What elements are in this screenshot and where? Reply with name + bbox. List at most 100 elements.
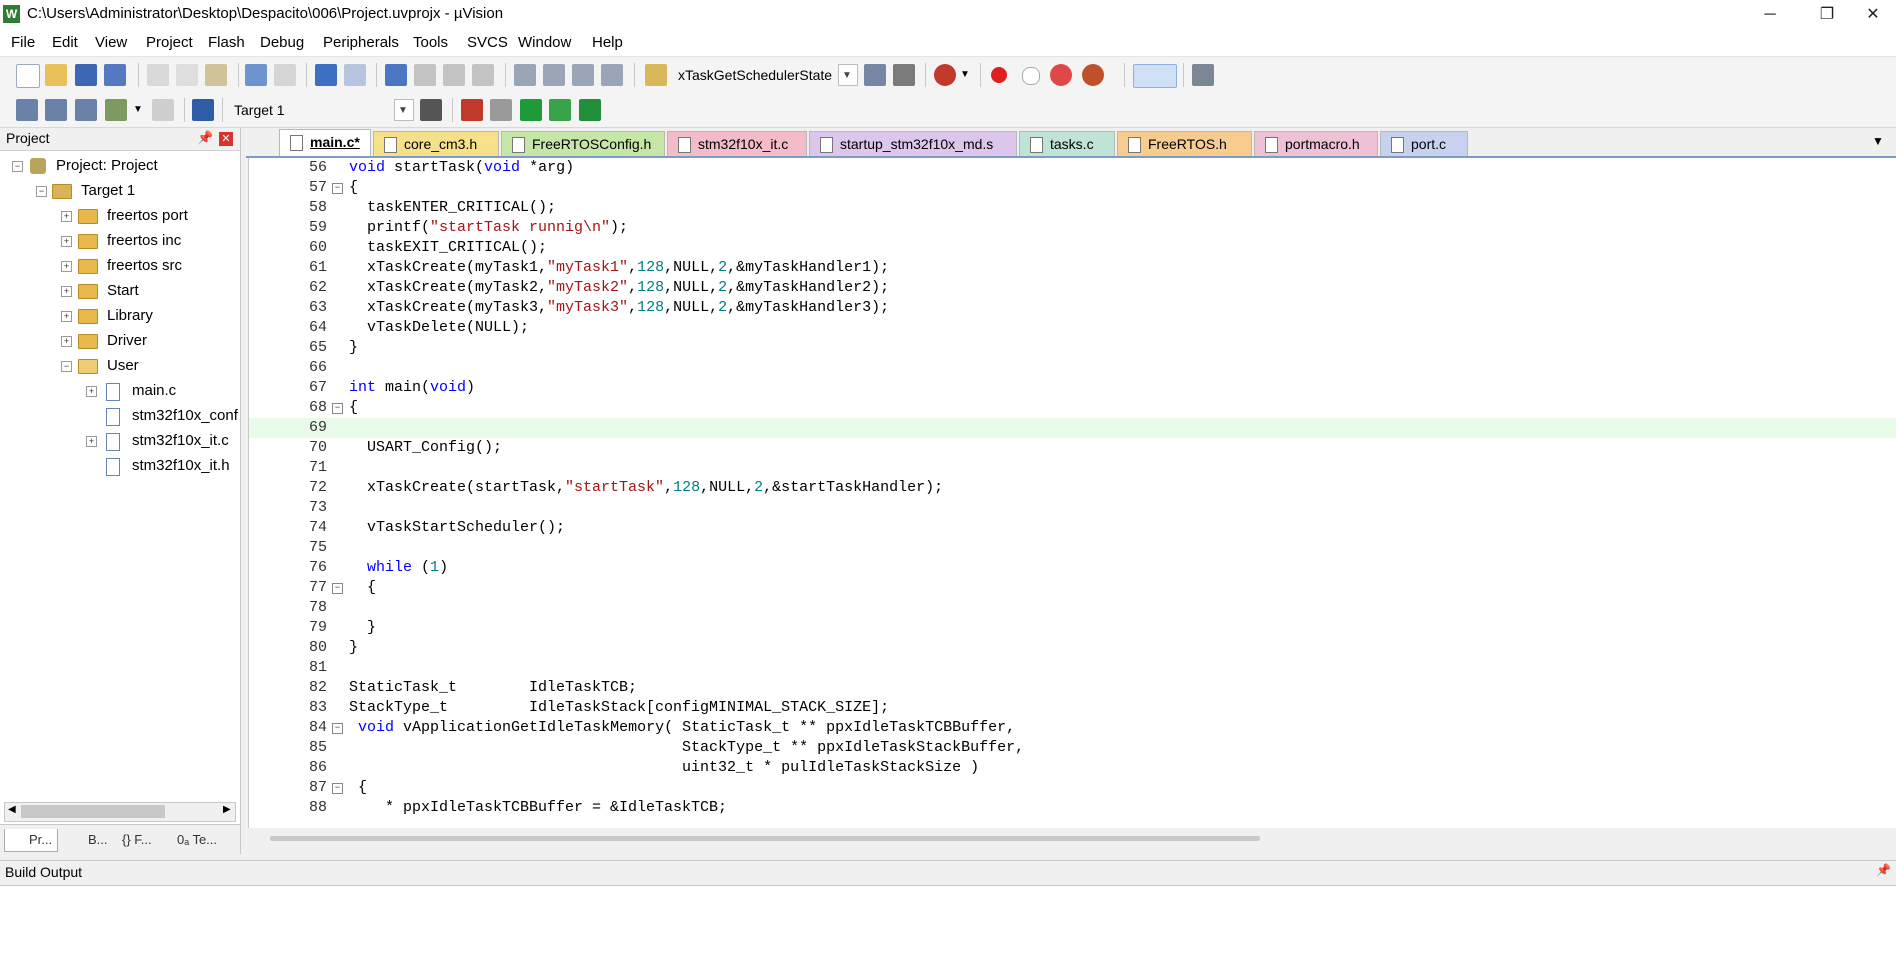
code-line[interactable]: 82 StaticTask_t IdleTaskTCB;	[249, 678, 1896, 698]
target-combo[interactable]: Target 1	[228, 99, 412, 121]
fold-icon[interactable]: −	[332, 183, 343, 194]
fold-icon[interactable]: −	[332, 583, 343, 594]
save-icon[interactable]	[75, 64, 97, 86]
find-icon[interactable]	[864, 64, 886, 86]
code-line[interactable]: 76 while (1)	[249, 558, 1896, 578]
code-line[interactable]: 85 StackType_t ** ppxIdleTaskStackBuffer…	[249, 738, 1896, 758]
indent-icon[interactable]	[514, 64, 536, 86]
code-line[interactable]: 69	[249, 418, 1896, 438]
editor-tab[interactable]: FreeRTOSConfig.h	[501, 131, 665, 156]
menu-file[interactable]: File	[11, 34, 35, 51]
find-in-files-icon[interactable]	[645, 64, 667, 86]
close-window-button[interactable]: ✕	[1850, 0, 1896, 29]
fold-icon[interactable]: −	[332, 403, 343, 414]
editor-tab[interactable]: main.c*	[279, 129, 371, 156]
debug-dropdown-icon[interactable]: ▼	[960, 64, 970, 86]
batch-dropdown-icon[interactable]: ▼	[133, 99, 143, 121]
code-line[interactable]: 60 taskEXIT_CRITICAL();	[249, 238, 1896, 258]
menu-svcs[interactable]: SVCS	[467, 34, 508, 51]
code-line[interactable]: 87− {	[249, 778, 1896, 798]
window-layout-icon[interactable]	[1133, 64, 1177, 88]
rebuild-icon[interactable]	[75, 99, 97, 121]
code-line[interactable]: 77− {	[249, 578, 1896, 598]
insert-breakpoint-icon[interactable]	[1082, 64, 1104, 86]
code-line[interactable]: 58 taskENTER_CRITICAL();	[249, 198, 1896, 218]
comment-icon[interactable]	[572, 64, 594, 86]
expand-icon[interactable]: +	[61, 286, 72, 297]
code-line[interactable]: 68−{	[249, 398, 1896, 418]
collapse-icon[interactable]: −	[12, 161, 23, 172]
code-line[interactable]: 65}	[249, 338, 1896, 358]
editor-tab[interactable]: tasks.c	[1019, 131, 1115, 156]
breakpoint-icon[interactable]	[991, 67, 1007, 83]
run-time-env-icon[interactable]	[520, 99, 542, 121]
expand-icon[interactable]: +	[61, 261, 72, 272]
new-file-icon[interactable]	[16, 64, 40, 88]
expand-icon[interactable]: +	[61, 336, 72, 347]
code-line[interactable]: 66	[249, 358, 1896, 378]
code-line[interactable]: 61 xTaskCreate(myTask1,"myTask1",128,NUL…	[249, 258, 1896, 278]
collapse-icon[interactable]: −	[61, 361, 72, 372]
forward-icon[interactable]	[344, 64, 366, 86]
stop-build-icon[interactable]	[152, 99, 174, 121]
menu-view[interactable]: View	[95, 34, 127, 51]
target-combo-dropdown[interactable]: ▼	[394, 99, 414, 121]
manage-components-icon[interactable]	[461, 99, 483, 121]
tab-project[interactable]: Pr...	[4, 829, 58, 852]
undo-icon[interactable]	[245, 64, 267, 86]
kill-breakpoints-icon[interactable]	[1050, 64, 1072, 86]
find-combo-dropdown[interactable]: ▼	[838, 64, 858, 86]
menu-flash[interactable]: Flash	[208, 34, 245, 51]
code-line[interactable]: 57−{	[249, 178, 1896, 198]
code-line[interactable]: 73	[249, 498, 1896, 518]
next-bookmark-icon[interactable]	[443, 64, 465, 86]
fold-icon[interactable]: −	[332, 723, 343, 734]
code-line[interactable]: 74 vTaskStartScheduler();	[249, 518, 1896, 538]
scroll-thumb[interactable]	[21, 805, 165, 818]
code-line[interactable]: 80}	[249, 638, 1896, 658]
cut-icon[interactable]	[147, 64, 169, 86]
code-line[interactable]: 86 uint32_t * pulIdleTaskStackSize )	[249, 758, 1896, 778]
download-icon[interactable]	[192, 99, 214, 121]
redo-icon[interactable]	[274, 64, 296, 86]
editor-tab[interactable]: stm32f10x_it.c	[667, 131, 807, 156]
menu-project[interactable]: Project	[146, 34, 193, 51]
copy-icon[interactable]	[176, 64, 198, 86]
debug-icon[interactable]	[934, 64, 956, 86]
fold-icon[interactable]: −	[332, 783, 343, 794]
code-line[interactable]: 75	[249, 538, 1896, 558]
expand-icon[interactable]: +	[86, 386, 97, 397]
maximize-button[interactable]: ❐	[1804, 0, 1850, 29]
code-line[interactable]: 63 xTaskCreate(myTask3,"myTask3",128,NUL…	[249, 298, 1896, 318]
code-line[interactable]: 84− void vApplicationGetIdleTaskMemory( …	[249, 718, 1896, 738]
translate-icon[interactable]	[16, 99, 38, 121]
disable-breakpoint-icon[interactable]	[1022, 67, 1040, 85]
menu-window[interactable]: Window	[518, 34, 571, 51]
clear-bookmarks-icon[interactable]	[472, 64, 494, 86]
code-line[interactable]: 88 * ppxIdleTaskTCBBuffer = &IdleTaskTCB…	[249, 798, 1896, 818]
menu-help[interactable]: Help	[592, 34, 623, 51]
code-line[interactable]: 83 StackType_t IdleTaskStack[configMINIMA…	[249, 698, 1896, 718]
back-icon[interactable]	[315, 64, 337, 86]
pin-icon[interactable]: 📌	[1876, 863, 1891, 877]
expand-icon[interactable]: +	[61, 236, 72, 247]
menu-peripherals[interactable]: Peripherals	[323, 34, 399, 51]
configure-icon[interactable]	[1192, 64, 1214, 86]
tab-templates[interactable]: 0ₐ Te...	[177, 829, 217, 851]
uncomment-icon[interactable]	[601, 64, 623, 86]
open-icon[interactable]	[45, 64, 67, 86]
code-line[interactable]: 67 int main(void)	[249, 378, 1896, 398]
code-line[interactable]: 81	[249, 658, 1896, 678]
editor-tab[interactable]: portmacro.h	[1254, 131, 1378, 156]
incremental-find-icon[interactable]	[893, 64, 915, 86]
expand-icon[interactable]: +	[61, 311, 72, 322]
code-line[interactable]: 70 USART_Config();	[249, 438, 1896, 458]
pack-installer-icon[interactable]	[549, 99, 571, 121]
code-editor[interactable]: 56 void startTask(void *arg) 57−{58 taskEN…	[248, 158, 1896, 828]
code-line[interactable]: 78	[249, 598, 1896, 618]
code-line[interactable]: 79 }	[249, 618, 1896, 638]
editor-tab[interactable]: FreeRTOS.h	[1117, 131, 1252, 156]
code-line[interactable]: 72 xTaskCreate(startTask,"startTask",128…	[249, 478, 1896, 498]
code-line[interactable]: 64 vTaskDelete(NULL);	[249, 318, 1896, 338]
collapse-icon[interactable]: −	[36, 186, 47, 197]
